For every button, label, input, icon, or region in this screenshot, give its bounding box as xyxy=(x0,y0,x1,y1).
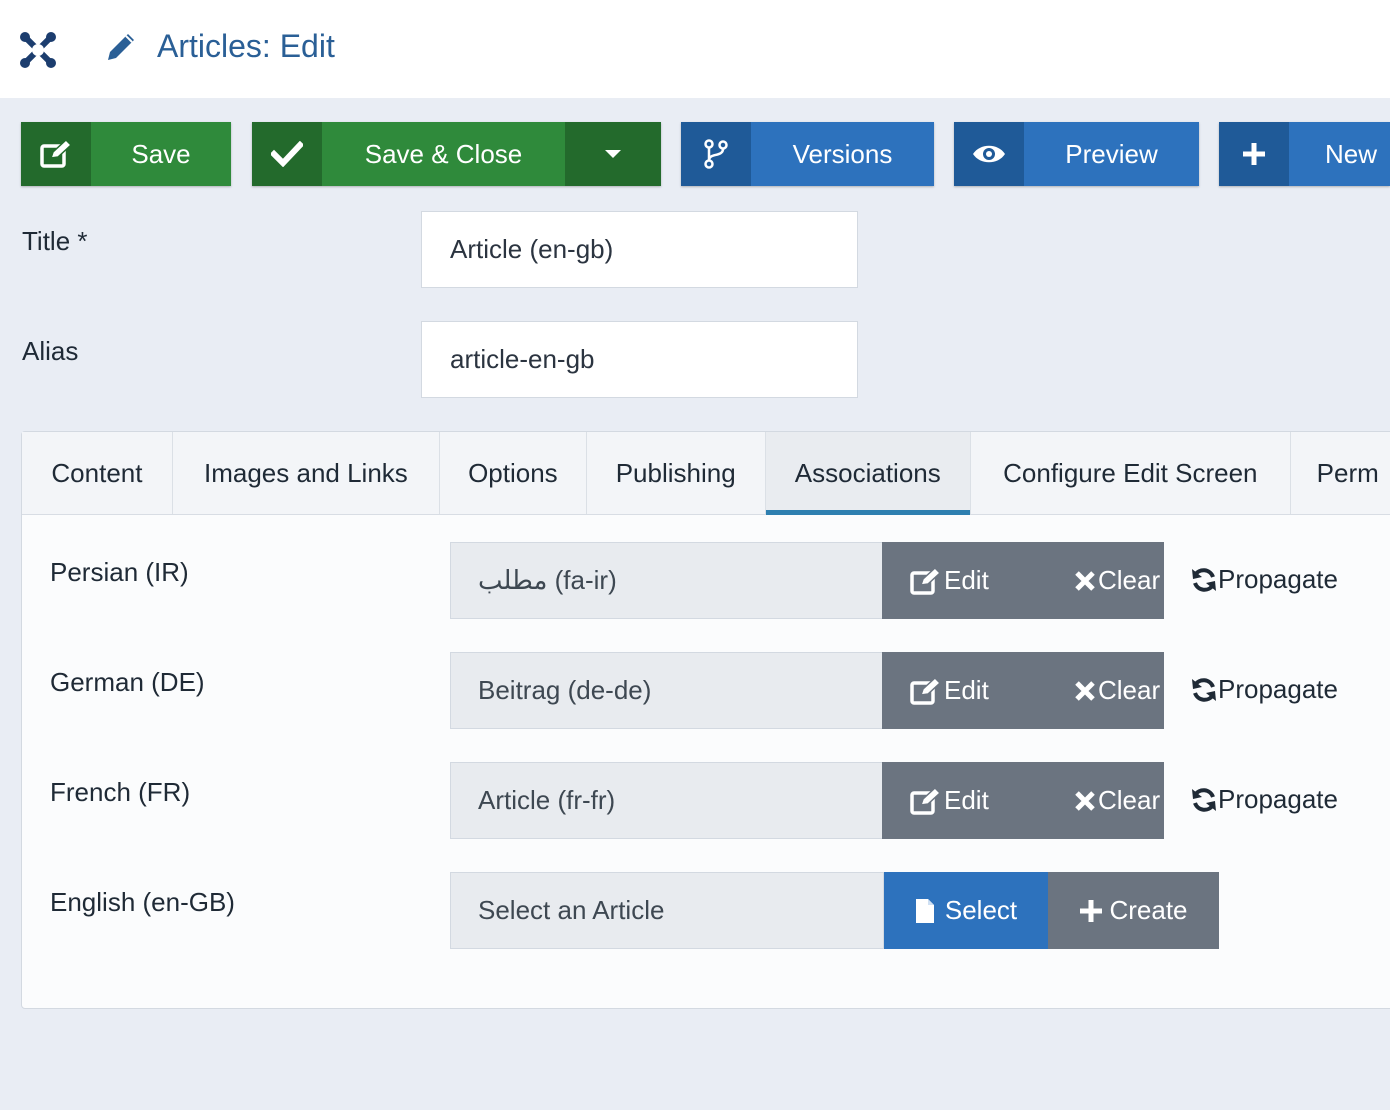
tab-associations[interactable]: Associations xyxy=(765,432,972,515)
clear-label: Clear xyxy=(1098,565,1161,595)
association-button-group: Edit Clear xyxy=(882,542,1164,619)
propagate-button[interactable]: Propagate xyxy=(1190,564,1338,595)
preview-button[interactable]: Preview xyxy=(954,122,1199,186)
times-icon xyxy=(1074,680,1096,702)
alias-input[interactable]: article-en-gb xyxy=(421,321,858,398)
edit-icon xyxy=(910,566,942,595)
propagate-button[interactable]: Propagate xyxy=(1190,784,1338,815)
tab-options[interactable]: Options xyxy=(440,432,587,514)
new-label: New xyxy=(1289,122,1390,186)
edit-icon xyxy=(21,122,91,186)
save-button[interactable]: Save xyxy=(21,122,231,186)
edit-button[interactable]: Edit xyxy=(882,542,1046,619)
save-label: Save xyxy=(91,122,231,186)
association-language-label: Persian (IR) xyxy=(50,557,189,587)
caret-down-icon xyxy=(604,149,622,159)
plus-icon xyxy=(1219,122,1289,186)
edit-icon xyxy=(910,676,942,705)
select-label: Select xyxy=(944,895,1018,925)
eye-icon xyxy=(954,122,1024,186)
association-button-group: Edit Clear xyxy=(882,762,1164,839)
edit-label: Edit xyxy=(944,785,989,815)
refresh-icon xyxy=(1190,786,1218,814)
preview-label: Preview xyxy=(1024,122,1199,186)
propagate-button[interactable]: Propagate xyxy=(1190,674,1338,705)
association-input: Select an Article xyxy=(450,872,884,949)
tab-publishing[interactable]: Publishing xyxy=(587,432,766,514)
times-icon xyxy=(1074,570,1096,592)
alias-label: Alias xyxy=(22,336,79,366)
tab-images-and-links[interactable]: Images and Links xyxy=(173,432,440,514)
refresh-icon xyxy=(1190,566,1218,594)
edit-label: Edit xyxy=(944,565,989,595)
edit-label: Edit xyxy=(944,675,989,705)
refresh-icon xyxy=(1190,676,1218,704)
association-language-label: French (FR) xyxy=(50,777,191,807)
save-close-label: Save & Close xyxy=(322,122,565,186)
title-label: Title * xyxy=(22,226,88,256)
tab-content[interactable]: Content xyxy=(22,432,173,514)
joomla-logo-icon[interactable] xyxy=(18,30,58,70)
clear-button[interactable]: Clear xyxy=(1046,542,1160,619)
propagate-label: Propagate xyxy=(1218,674,1338,704)
check-icon xyxy=(252,122,322,186)
association-language-label: German (DE) xyxy=(50,667,205,697)
file-icon xyxy=(915,898,935,924)
code-branch-icon xyxy=(681,122,751,186)
new-button[interactable]: New xyxy=(1219,122,1390,186)
tab-permissions[interactable]: Perm xyxy=(1291,432,1390,514)
header-bar: Articles: Edit xyxy=(0,0,1390,98)
create-button[interactable]: Create xyxy=(1048,872,1219,949)
clear-label: Clear xyxy=(1098,675,1161,705)
page-title: Articles: Edit xyxy=(157,28,335,64)
association-language-label: English (en-GB) xyxy=(50,887,235,917)
tab-configure-edit-screen[interactable]: Configure Edit Screen xyxy=(971,432,1291,514)
create-label: Create xyxy=(1109,895,1188,925)
edit-button[interactable]: Edit xyxy=(882,762,1046,839)
save-options-dropdown[interactable] xyxy=(565,122,661,186)
clear-button[interactable]: Clear xyxy=(1046,762,1160,839)
title-input[interactable]: Article (en-gb) xyxy=(421,211,858,288)
propagate-label: Propagate xyxy=(1218,784,1338,814)
plus-icon xyxy=(1079,899,1103,923)
edit-icon xyxy=(910,786,942,815)
select-button[interactable]: Select xyxy=(884,872,1048,949)
pencil-icon xyxy=(104,30,138,64)
save-close-button[interactable]: Save & Close xyxy=(252,122,661,186)
edit-button[interactable]: Edit xyxy=(882,652,1046,729)
clear-label: Clear xyxy=(1098,785,1161,815)
versions-label: Versions xyxy=(751,122,934,186)
association-input: مطلب (fa-ir) xyxy=(450,542,884,619)
tab-bar: Content Images and Links Options Publish… xyxy=(22,432,1390,515)
association-button-group: Edit Clear xyxy=(882,652,1164,729)
propagate-label: Propagate xyxy=(1218,564,1338,594)
clear-button[interactable]: Clear xyxy=(1046,652,1160,729)
versions-button[interactable]: Versions xyxy=(681,122,934,186)
times-icon xyxy=(1074,790,1096,812)
association-input: Article (fr-fr) xyxy=(450,762,884,839)
association-input: Beitrag (de-de) xyxy=(450,652,884,729)
